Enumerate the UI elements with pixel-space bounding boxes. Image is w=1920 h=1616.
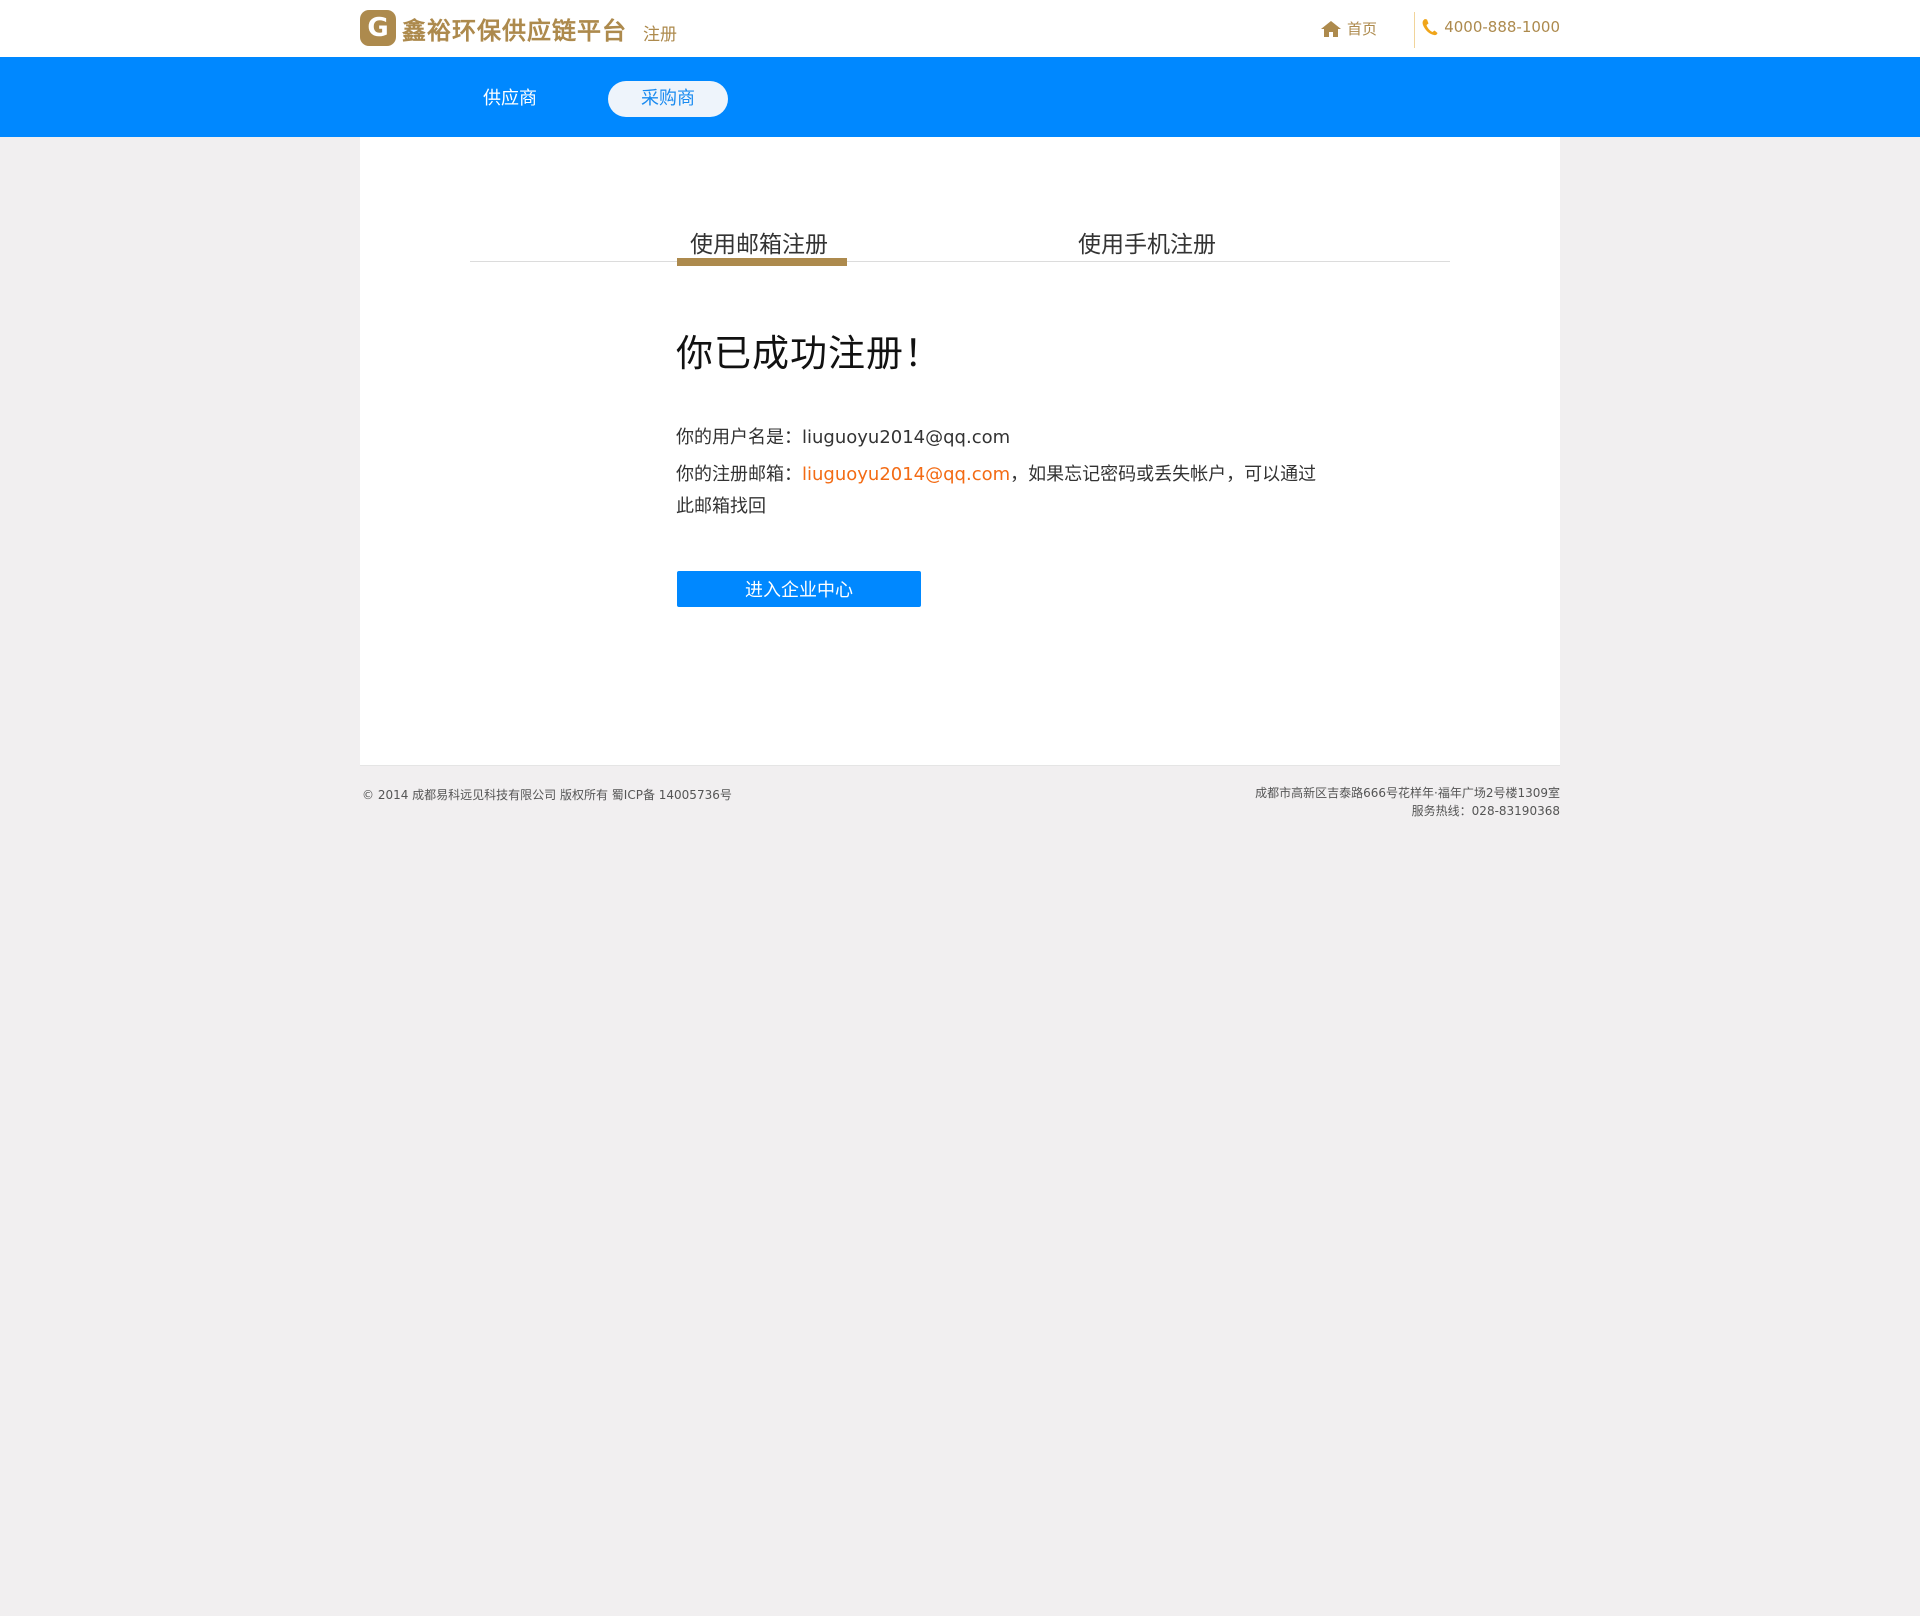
home-icon	[1320, 20, 1341, 37]
success-title: 你已成功注册！	[676, 332, 942, 375]
tabs-divider	[470, 261, 1450, 262]
hotline: 4000-888-1000	[1422, 18, 1560, 36]
enter-enterprise-center-button[interactable]: 进入企业中心	[677, 571, 921, 607]
email-label: 你的注册邮箱：	[676, 464, 802, 485]
home-label: 首页	[1346, 20, 1377, 38]
page-label: 注册	[643, 25, 677, 45]
tab-purchaser[interactable]: 采购商	[608, 81, 728, 117]
tab-supplier[interactable]: 供应商	[470, 81, 550, 117]
active-tab-indicator	[677, 258, 847, 266]
tab-phone-register[interactable]: 使用手机注册	[1078, 225, 1216, 259]
phone-icon	[1422, 19, 1438, 36]
contact-info: 成都市高新区吉泰路666号花样年·福年广场2号楼1309室 服务热线：028-8…	[1255, 784, 1560, 820]
email-line: 你的注册邮箱：liuguoyu2014@qq.com，如果忘记密码或丢失帐户，可…	[676, 459, 1326, 523]
address: 成都市高新区吉泰路666号花样年·福年广场2号楼1309室	[1255, 786, 1560, 800]
username-line: 你的用户名是：liuguoyu2014@qq.com	[676, 423, 1010, 449]
register-card: 使用邮箱注册 使用手机注册 你已成功注册！ 你的用户名是：liuguoyu201…	[360, 137, 1560, 766]
tab-email-register[interactable]: 使用邮箱注册	[690, 225, 828, 259]
footer: © 2014 成都易科远见科技有限公司 版权所有 蜀ICP备 14005736号…	[360, 766, 1560, 826]
username-value: liuguoyu2014@qq.com	[802, 427, 1011, 448]
role-nav: 供应商 采购商	[0, 57, 1920, 137]
home-link[interactable]: 首页	[1320, 18, 1377, 39]
top-header: G 鑫裕环保供应链平台 注册 首页 4000-888-1000	[0, 0, 1920, 57]
header-divider	[1414, 12, 1415, 48]
email-value: liuguoyu2014@qq.com	[802, 464, 1011, 485]
username-label: 你的用户名是：	[676, 427, 802, 448]
service-hotline: 服务热线：028-83190368	[1411, 804, 1560, 818]
site-logo[interactable]: G 鑫裕环保供应链平台	[360, 10, 627, 46]
brand-name: 鑫裕环保供应链平台	[402, 16, 627, 45]
copyright: © 2014 成都易科远见科技有限公司 版权所有 蜀ICP备 14005736号	[362, 788, 732, 802]
phone-number: 4000-888-1000	[1444, 18, 1560, 36]
logo-mark: G	[360, 10, 396, 46]
